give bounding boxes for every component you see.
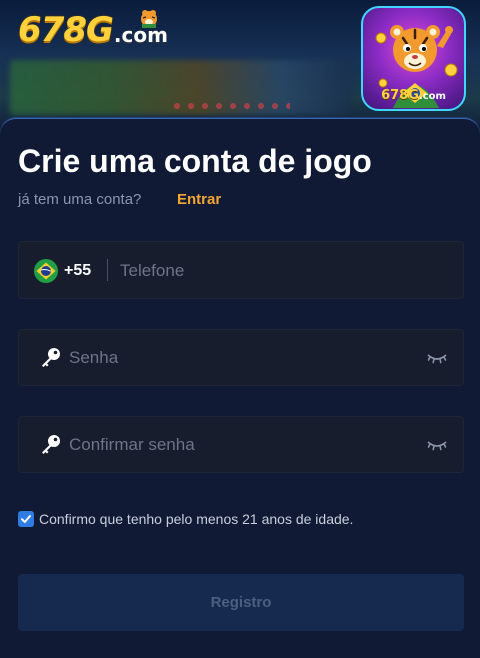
register-button[interactable]: Registro bbox=[18, 574, 464, 631]
confirm-password-field[interactable] bbox=[18, 416, 464, 473]
phone-field[interactable]: +55 bbox=[18, 241, 464, 299]
password-input[interactable] bbox=[69, 346, 409, 370]
age-checkbox[interactable] bbox=[18, 511, 34, 527]
password-field[interactable] bbox=[18, 329, 464, 386]
page-title: Crie uma conta de jogo bbox=[18, 143, 372, 179]
confirm-password-input[interactable] bbox=[69, 433, 409, 457]
logo-number: 678G bbox=[18, 10, 114, 50]
eye-closed-icon[interactable] bbox=[427, 438, 447, 452]
logo-tiger-icon bbox=[141, 10, 157, 28]
banner-decoration bbox=[170, 100, 290, 112]
register-panel: Crie uma conta de jogo já tem uma conta?… bbox=[0, 118, 480, 658]
age-confirmation-label[interactable]: Confirmo que tenho pelo menos 21 anos de… bbox=[39, 511, 353, 527]
brazil-flag-icon[interactable] bbox=[34, 259, 58, 283]
age-confirmation[interactable]: Confirmo que tenho pelo menos 21 anos de… bbox=[18, 511, 353, 527]
app-icon[interactable]: 678G.com bbox=[361, 6, 466, 111]
app-icon-label: 678G.com bbox=[363, 88, 464, 103]
phone-input[interactable] bbox=[120, 259, 440, 283]
login-prompt: já tem uma conta? bbox=[18, 191, 142, 208]
app-icon-number: 678G bbox=[381, 88, 419, 103]
key-icon bbox=[42, 435, 60, 454]
checkmark-icon bbox=[21, 515, 31, 523]
login-link[interactable]: Entrar bbox=[177, 191, 221, 208]
country-code[interactable]: +55 bbox=[64, 262, 91, 280]
eye-closed-icon[interactable] bbox=[427, 351, 447, 365]
app-icon-domain: .com bbox=[418, 91, 446, 102]
divider bbox=[107, 259, 108, 281]
key-icon bbox=[42, 348, 60, 367]
